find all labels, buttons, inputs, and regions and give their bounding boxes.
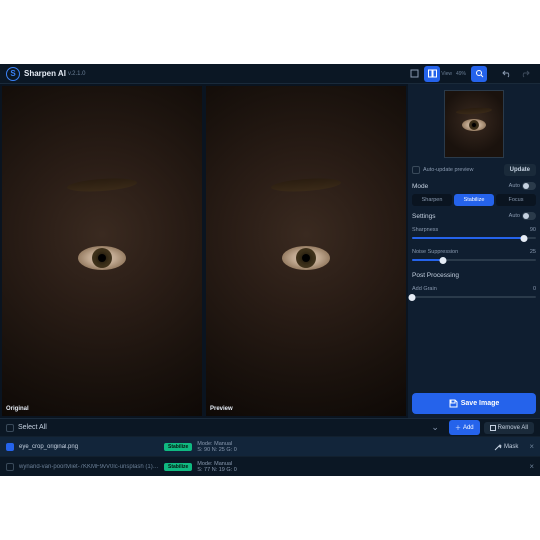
mode-sharpen[interactable]: Sharpen — [412, 194, 452, 206]
undo-button[interactable] — [499, 66, 515, 82]
noise-label: Noise Suppression — [412, 249, 458, 255]
noise-value: 25 — [530, 249, 536, 255]
remove-file-icon[interactable]: × — [523, 462, 534, 471]
app-title: Sharpen AI — [24, 69, 66, 78]
file-checkbox[interactable] — [6, 463, 14, 471]
zoom-value: 49% — [456, 71, 466, 77]
original-label: Original — [6, 406, 29, 412]
save-image-button[interactable]: Save Image — [412, 393, 536, 414]
zoom-icon[interactable] — [471, 66, 487, 82]
original-pane: Original — [2, 86, 202, 416]
preview-pane: Preview — [206, 86, 406, 416]
select-all-checkbox[interactable] — [6, 424, 14, 432]
auto-update-label: Auto-update preview — [423, 167, 473, 173]
titlebar: S Sharpen AI v.2.1.0 View 49% — [0, 64, 540, 84]
view-split-icon[interactable] — [424, 66, 440, 82]
settings-auto-toggle[interactable] — [522, 212, 536, 220]
grain-slider[interactable] — [412, 293, 536, 301]
preview-label: Preview — [210, 406, 233, 412]
file-name: wynand-van-poortvliet-7KKMF9vV0lc-unspla… — [19, 464, 159, 470]
post-processing-label: Post Processing — [412, 272, 459, 279]
view-label: View — [441, 71, 452, 77]
file-row[interactable]: eye_crop_original.png Stabilize Mode: Ma… — [0, 436, 540, 456]
select-all-label: Select All — [18, 424, 47, 431]
file-mode-tag: Stabilize — [164, 463, 192, 471]
sharpness-slider[interactable] — [412, 234, 536, 242]
chevron-down-icon[interactable]: ⌄ — [431, 422, 439, 433]
mode-section-label: Mode — [412, 183, 428, 190]
remove-all-button[interactable]: Remove All — [484, 422, 534, 434]
auto-update-checkbox[interactable] — [412, 166, 420, 174]
sharpness-value: 90 — [530, 227, 536, 233]
grain-label: Add Grain — [412, 286, 437, 292]
mode-focus[interactable]: Focus — [496, 194, 536, 206]
grain-value: 0 — [533, 286, 536, 292]
file-checkbox[interactable] — [6, 443, 14, 451]
sharpness-label: Sharpness — [412, 227, 438, 233]
app-logo-icon: S — [6, 67, 20, 81]
main-area: Original Preview Auto-update preview Upd… — [0, 84, 540, 418]
app-window: S Sharpen AI v.2.1.0 View 49% Original P… — [0, 64, 540, 476]
mode-stabilize[interactable]: Stabilize — [454, 194, 494, 206]
file-mode-tag: Stabilize — [164, 443, 192, 451]
settings-section-label: Settings — [412, 213, 436, 220]
sidebar: Auto-update preview Update Mode Auto Sha… — [408, 84, 540, 418]
remove-file-icon[interactable]: × — [523, 442, 534, 451]
file-list-panel: Select All ⌄ ＋Add Remove All eye_crop_or… — [0, 418, 540, 476]
noise-slider[interactable] — [412, 256, 536, 264]
mode-auto-toggle[interactable] — [522, 182, 536, 190]
view-single-icon[interactable] — [406, 66, 422, 82]
mask-button[interactable]: Mask — [494, 443, 518, 451]
update-button[interactable]: Update — [504, 164, 536, 176]
redo-button[interactable] — [517, 66, 533, 82]
mode-selector: Sharpen Stabilize Focus — [412, 194, 536, 206]
image-viewer[interactable]: Original Preview — [0, 84, 408, 418]
file-name: eye_crop_original.png — [19, 444, 159, 450]
add-file-button[interactable]: ＋Add — [449, 420, 480, 435]
file-row[interactable]: wynand-van-poortvliet-7KKMF9vV0lc-unspla… — [0, 456, 540, 476]
preview-thumbnail[interactable] — [444, 90, 504, 158]
app-version: v.2.1.0 — [68, 71, 86, 77]
